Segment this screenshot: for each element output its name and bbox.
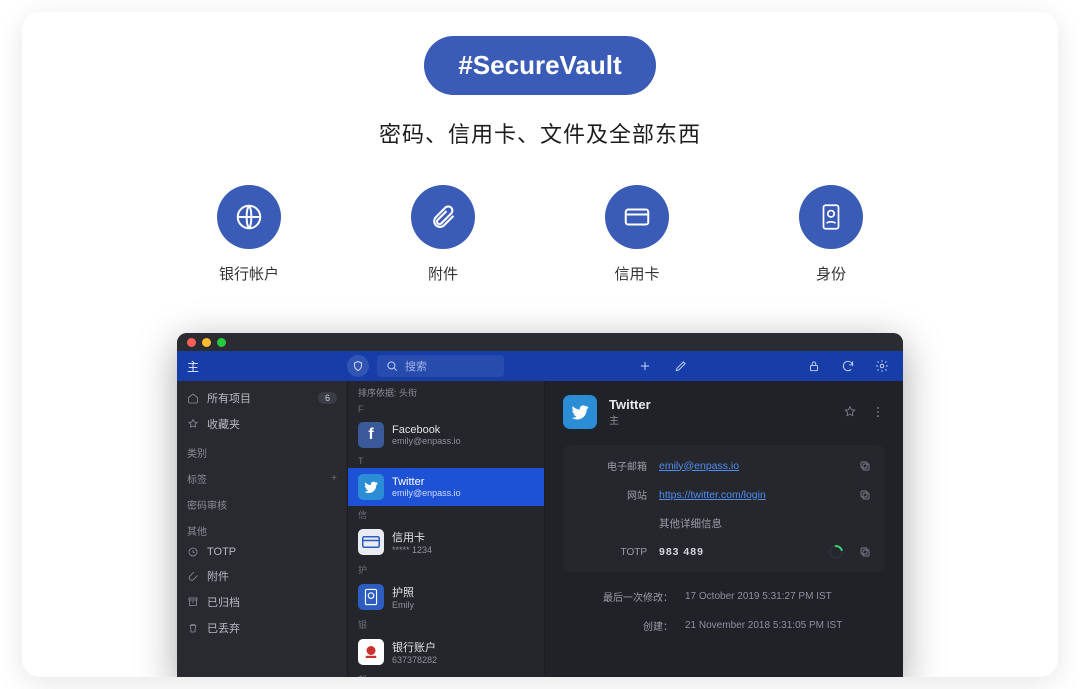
search-input[interactable]: 搜索 xyxy=(377,355,504,377)
brand-pill: #SecureVault xyxy=(424,36,655,95)
card-icon xyxy=(362,535,380,549)
sidebar-cat-category: 类别 xyxy=(177,437,347,463)
detail-header: Twitter 主 xyxy=(563,395,885,429)
sidebar-favorites[interactable]: 收藏夹 xyxy=(177,411,347,437)
feature-label: 附件 xyxy=(428,263,458,284)
feature-label: 银行帐户 xyxy=(219,263,279,284)
copy-icon[interactable] xyxy=(859,489,871,501)
feature-identity: 身份 xyxy=(799,185,863,284)
vault-title[interactable]: 主 xyxy=(187,358,199,375)
lock-icon[interactable] xyxy=(807,359,821,373)
sidebar-attachments[interactable]: 附件 xyxy=(177,563,347,589)
maximize-dot[interactable] xyxy=(217,338,226,347)
add-icon[interactable] xyxy=(638,359,652,373)
window-titlebar xyxy=(177,333,903,351)
detail-vault: 主 xyxy=(609,412,831,427)
minimize-dot[interactable] xyxy=(202,338,211,347)
site-link: https://twitter.com/login xyxy=(659,489,766,501)
sidebar-archived[interactable]: 已归档 xyxy=(177,589,347,615)
created-value: 21 November 2018 5:31:05 PM IST xyxy=(685,620,871,631)
field-email: 电子邮箱 emily@enpass.io xyxy=(563,451,885,480)
app-window: 主 搜索 xyxy=(177,333,903,677)
page-card: #SecureVault 密码、信用卡、文件及全部东西 银行帐户 附件 信用卡 xyxy=(22,12,1058,677)
updated-value: 17 October 2019 5:31:27 PM IST xyxy=(685,591,871,602)
sidebar-all-items[interactable]: 所有项目 6 xyxy=(177,385,347,411)
edit-icon[interactable] xyxy=(674,359,688,373)
sync-icon[interactable] xyxy=(841,359,855,373)
shield-icon[interactable] xyxy=(347,355,369,377)
identity-icon xyxy=(799,185,863,249)
list-item[interactable]: f Facebookemily@enpass.io xyxy=(348,416,544,454)
list-item[interactable]: 银行账户637378282 xyxy=(348,633,544,671)
globe-icon xyxy=(217,185,281,249)
copy-icon[interactable] xyxy=(859,546,871,558)
copy-icon[interactable] xyxy=(859,460,871,472)
hero-subtitle: 密码、信用卡、文件及全部东西 xyxy=(22,117,1058,149)
detail-panel: Twitter 主 电子邮箱 emily@enpass.io xyxy=(545,381,903,677)
sidebar-trash[interactable]: 已丢弃 xyxy=(177,615,347,641)
totp-value: 983 489 xyxy=(659,546,817,558)
detail-logo xyxy=(563,395,597,429)
twitter-icon xyxy=(570,402,590,422)
list-item[interactable]: 护照Emily xyxy=(348,578,544,616)
group-letter: F xyxy=(348,402,544,416)
sidebar-totp[interactable]: TOTP xyxy=(177,541,347,563)
sidebar-cat-other: 其他 xyxy=(177,515,347,541)
home-icon xyxy=(187,392,199,404)
search-icon xyxy=(385,359,399,373)
list-item[interactable]: 信用卡***** 1234 xyxy=(348,523,544,561)
bank-icon xyxy=(362,643,380,661)
field-other-header: 其他详细信息 xyxy=(563,509,885,538)
trash-icon xyxy=(187,622,199,634)
field-website: 网站 https://twitter.com/login xyxy=(563,480,885,509)
feature-label: 身份 xyxy=(816,263,846,284)
search-placeholder: 搜索 xyxy=(405,358,427,374)
paperclip-icon xyxy=(187,570,199,582)
feature-card: 信用卡 xyxy=(605,185,669,284)
field-totp: TOTP 983 489 xyxy=(563,538,885,566)
group-letter: 护 xyxy=(348,561,544,578)
close-dot[interactable] xyxy=(187,338,196,347)
detail-title: Twitter xyxy=(609,397,831,412)
passport-icon xyxy=(364,588,378,606)
archive-icon xyxy=(187,596,199,608)
twitter-icon xyxy=(363,479,379,495)
settings-icon[interactable] xyxy=(875,359,889,373)
sidebar: 所有项目 6 收藏夹 类别 标签+ 密码审核 其他 TOTP 附件 已归档 xyxy=(177,381,347,677)
group-letter: 驾 xyxy=(348,671,544,677)
hero: #SecureVault 密码、信用卡、文件及全部东西 银行帐户 附件 信用卡 xyxy=(22,12,1058,284)
group-letter: 银 xyxy=(348,616,544,633)
sidebar-cat-tags: 标签+ xyxy=(177,463,347,489)
clock-icon xyxy=(187,546,199,558)
feature-attachment: 附件 xyxy=(411,185,475,284)
feature-label: 信用卡 xyxy=(614,263,659,284)
favorite-icon[interactable] xyxy=(843,405,857,419)
feature-row: 银行帐户 附件 信用卡 身份 xyxy=(22,185,1058,284)
more-icon[interactable] xyxy=(871,405,885,419)
creditcard-icon xyxy=(605,185,669,249)
feature-bank: 银行帐户 xyxy=(217,185,281,284)
totp-timer-icon xyxy=(826,542,845,561)
toolbar: 主 搜索 xyxy=(177,351,903,381)
list-item-selected[interactable]: Twitteremily@enpass.io xyxy=(348,468,544,506)
group-letter: T xyxy=(348,454,544,468)
star-icon xyxy=(187,418,199,430)
detail-meta: 最后一次修改： 17 October 2019 5:31:27 PM IST 创… xyxy=(563,582,885,640)
sidebar-count: 6 xyxy=(318,392,337,404)
attachment-icon xyxy=(411,185,475,249)
group-letter: 信 xyxy=(348,506,544,523)
detail-fields: 电子邮箱 emily@enpass.io 网站 https://twitter.… xyxy=(563,445,885,572)
item-list: 排序依据: 头衔 F f Facebookemily@enpass.io T T… xyxy=(347,381,545,677)
email-link: emily@enpass.io xyxy=(659,460,739,472)
list-sort-label[interactable]: 排序依据: 头衔 xyxy=(348,381,544,402)
sidebar-cat-audit: 密码审核 xyxy=(177,489,347,515)
